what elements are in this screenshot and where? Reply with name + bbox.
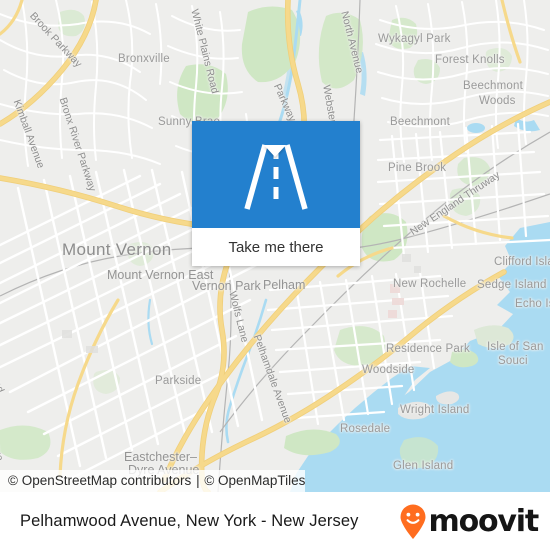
take-me-there-popup[interactable]: Take me there [192,121,360,266]
attribution-openmaptiles[interactable]: © OpenMapTiles [204,473,305,488]
popup-illustration [192,121,360,228]
moovit-smiley-pin-icon [400,504,426,539]
attribution-separator: | [196,473,200,488]
page-footer: Pelhamwood Avenue, New York - New Jersey… [0,492,550,550]
map-screenshot-root: .w { fill:#aadbf2; } .pk { fill:#cfe7c4;… [0,0,550,550]
attribution-osm[interactable]: © OpenStreetMap contributors [8,473,191,488]
moovit-wordmark: moovit [428,503,540,539]
popup-pointer-tip [264,145,286,157]
take-me-there-label: Take me there [228,238,324,256]
moovit-brand[interactable]: moovit [398,503,540,540]
popup-action-row[interactable]: Take me there [192,228,360,266]
road-lanes-icon [244,144,308,210]
map-attribution: © OpenStreetMap contributors | © OpenMap… [0,470,306,492]
page-title: Pelhamwood Avenue, New York - New Jersey [20,512,359,530]
